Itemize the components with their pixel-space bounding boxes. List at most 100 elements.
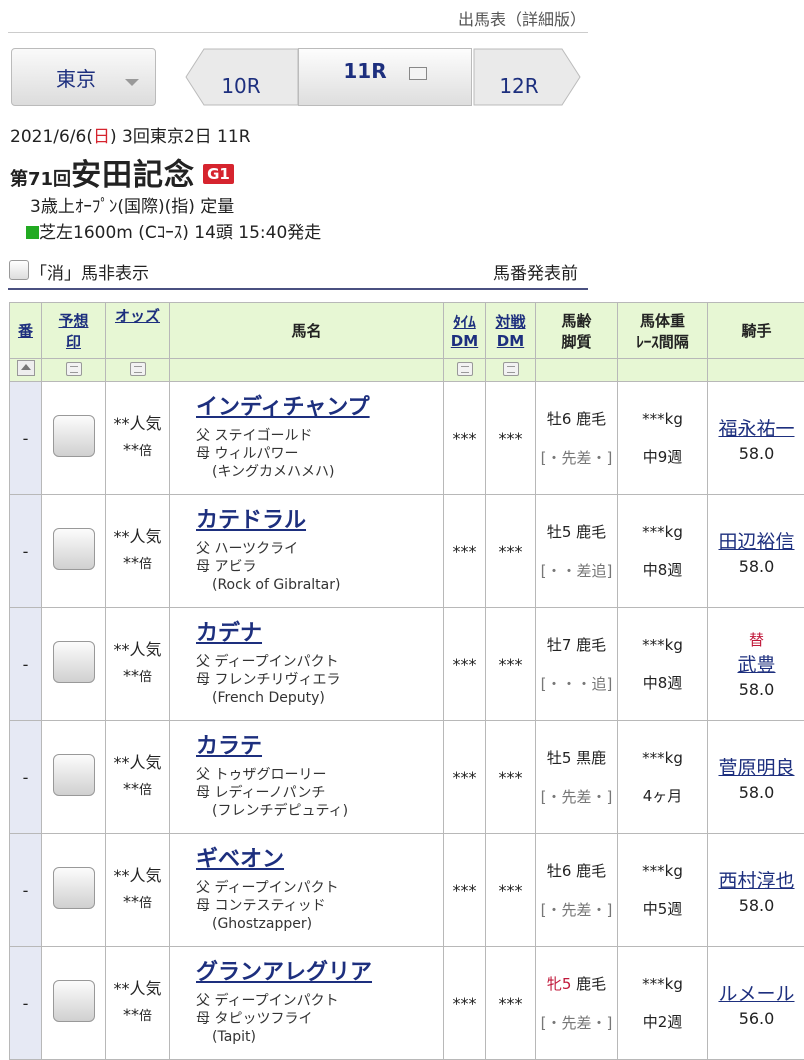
damsire: (フレンチデピュティ) bbox=[196, 803, 348, 819]
next-race-button[interactable]: 12R bbox=[474, 48, 564, 106]
detailed-version-link[interactable]: 出馬表（詳細版） bbox=[0, 6, 586, 30]
table-row: -**人気**倍カテドラル父 ハーツクライ母 アビラ(Rock of Gibra… bbox=[10, 495, 804, 608]
dam: 母 レディーノパンチ bbox=[196, 785, 325, 801]
body-weight: ***kg bbox=[619, 749, 706, 767]
dam: 母 コンテスティッド bbox=[196, 898, 326, 914]
sort-odds[interactable] bbox=[106, 359, 170, 382]
col-mark[interactable]: 予想印 bbox=[42, 303, 106, 359]
prediction-mark-button[interactable] bbox=[53, 415, 95, 457]
weight-cell: ***kg中8週 bbox=[618, 608, 708, 721]
hide-scratched-checkbox[interactable] bbox=[9, 260, 29, 280]
jockey-name-link[interactable]: 武豊 bbox=[709, 650, 804, 677]
jockey-cell: ルメール 56.0 bbox=[708, 947, 804, 1060]
current-race-button[interactable]: 11R bbox=[298, 48, 472, 106]
body-weight: ***kg bbox=[619, 636, 706, 654]
col-age-style: 馬齢脚質 bbox=[536, 303, 618, 359]
jockey-name-link[interactable]: ルメール bbox=[709, 979, 804, 1006]
sort-icon[interactable] bbox=[503, 362, 519, 376]
col-time-dm[interactable]: ﾀｲﾑDM bbox=[444, 303, 486, 359]
col-style-label: 脚質 bbox=[561, 333, 591, 351]
odds-unit: 倍 bbox=[139, 783, 152, 798]
jockey-name-link[interactable]: 西村淳也 bbox=[709, 866, 804, 893]
sort-mark[interactable] bbox=[42, 359, 106, 382]
sort-umaban[interactable] bbox=[10, 359, 42, 382]
horse-name-link[interactable]: カラテ bbox=[196, 734, 262, 760]
sort-icon[interactable] bbox=[130, 362, 146, 376]
prediction-mark-button[interactable] bbox=[53, 980, 95, 1022]
race-weekday: 日 bbox=[93, 127, 110, 147]
running-style: [・・差追] bbox=[537, 560, 616, 581]
jockey-name-link[interactable]: 田辺裕信 bbox=[709, 527, 804, 554]
table-row: -**人気**倍グランアレグリア父 ディープインパクト母 タピッツフライ(Tap… bbox=[10, 947, 804, 1060]
race-name: 安田記念 bbox=[71, 150, 195, 194]
sex-age: 牡6 bbox=[547, 862, 572, 880]
sort-icon[interactable] bbox=[66, 362, 82, 376]
col-odds[interactable]: オッズ bbox=[106, 303, 170, 359]
race-conditions: 3歳上ｵｰﾌﾟﾝ(国際)(指) 定量 bbox=[30, 192, 234, 217]
hide-scratched-label: 「消」馬非表示 bbox=[30, 259, 149, 284]
coat: 鹿毛 bbox=[576, 523, 606, 541]
horse-name-link[interactable]: カデナ bbox=[196, 621, 262, 647]
horse-cell: インディチャンプ父 ステイゴールド母 ウィルパワー(キングカメハメハ) bbox=[170, 382, 444, 495]
col-time-dm-link[interactable]: ﾀｲﾑ bbox=[453, 313, 476, 331]
horse-name-link[interactable]: ギベオン bbox=[196, 847, 284, 873]
col-match-dm-link[interactable]: 対戦 bbox=[495, 313, 525, 331]
coat: 黒鹿 bbox=[576, 749, 606, 767]
horse-name-link[interactable]: グランアレグリア bbox=[196, 960, 372, 986]
prev-race-button[interactable]: 10R bbox=[186, 48, 296, 106]
jockey-name-link[interactable]: 福永祐一 bbox=[709, 414, 804, 441]
col-odds-link[interactable]: オッズ bbox=[115, 307, 160, 325]
popularity: **人気 bbox=[113, 979, 161, 998]
horse-name-link[interactable]: インディチャンプ bbox=[196, 395, 370, 421]
jockey-name-link[interactable]: 菅原明良 bbox=[709, 753, 804, 780]
popularity: **人気 bbox=[113, 753, 161, 772]
sort-match-dm[interactable] bbox=[486, 359, 536, 382]
race-interval: 中2週 bbox=[619, 1011, 706, 1032]
mark-cell bbox=[42, 721, 106, 834]
match-dm-cell: *** bbox=[486, 382, 536, 495]
venue-select[interactable]: 東京 bbox=[11, 48, 156, 106]
sort-icon[interactable] bbox=[457, 362, 473, 376]
mark-cell bbox=[42, 947, 106, 1060]
odds-value: ** bbox=[123, 892, 139, 911]
prediction-mark-button[interactable] bbox=[53, 867, 95, 909]
col-time-dm-link-2[interactable]: DM bbox=[451, 332, 478, 350]
current-race-label: 11R bbox=[343, 59, 386, 83]
entries-table: 番 予想印 オッズ 馬名 ﾀｲﾑDM 対戦DM 馬齢脚質 馬体重ﾚｰｽ間隔 騎手… bbox=[9, 302, 804, 1060]
umaban-cell: - bbox=[10, 608, 42, 721]
col-umaban-link[interactable]: 番 bbox=[18, 322, 33, 340]
prediction-mark-button[interactable] bbox=[53, 641, 95, 683]
prediction-mark-button[interactable] bbox=[53, 754, 95, 796]
col-match-dm-link-2[interactable]: DM bbox=[497, 332, 524, 350]
prediction-mark-button[interactable] bbox=[53, 528, 95, 570]
carried-weight: 56.0 bbox=[709, 1009, 804, 1028]
col-mark-link-2[interactable]: 印 bbox=[66, 333, 81, 351]
race-edition: 第71回 bbox=[10, 165, 71, 191]
body-weight: ***kg bbox=[619, 862, 706, 880]
jockey-cell: 福永祐一58.0 bbox=[708, 382, 804, 495]
sire: 父 ステイゴールド bbox=[196, 428, 312, 444]
col-mark-link[interactable]: 予想 bbox=[58, 312, 88, 330]
race-interval: 中9週 bbox=[619, 446, 706, 467]
venue-label: 東京 bbox=[56, 63, 96, 92]
header-divider bbox=[8, 32, 588, 33]
sex-age: 牡6 bbox=[547, 410, 572, 428]
sort-up-icon[interactable] bbox=[17, 360, 35, 376]
running-style: [・先差・] bbox=[537, 447, 616, 468]
umaban-cell: - bbox=[10, 721, 42, 834]
body-weight: ***kg bbox=[619, 975, 706, 993]
table-row: -**人気**倍インディチャンプ父 ステイゴールド母 ウィルパワー(キングカメハ… bbox=[10, 382, 804, 495]
umaban-cell: - bbox=[10, 495, 42, 608]
carried-weight: 58.0 bbox=[709, 896, 804, 915]
match-dm-cell: *** bbox=[486, 947, 536, 1060]
sort-time-dm[interactable] bbox=[444, 359, 486, 382]
col-age-label: 馬齢 bbox=[561, 312, 591, 330]
table-row: -**人気**倍カラテ父 トゥザグローリー母 レディーノパンチ(フレンチデピュテ… bbox=[10, 721, 804, 834]
jockey-change-badge: 替 bbox=[709, 629, 804, 650]
weight-cell: ***kg 中2週 bbox=[618, 947, 708, 1060]
umaban-cell: - bbox=[10, 834, 42, 947]
col-umaban[interactable]: 番 bbox=[10, 303, 42, 359]
horse-cell: カデナ父 ディープインパクト母 フレンチリヴィエラ(French Deputy) bbox=[170, 608, 444, 721]
horse-name-link[interactable]: カテドラル bbox=[196, 508, 306, 534]
col-match-dm[interactable]: 対戦DM bbox=[486, 303, 536, 359]
